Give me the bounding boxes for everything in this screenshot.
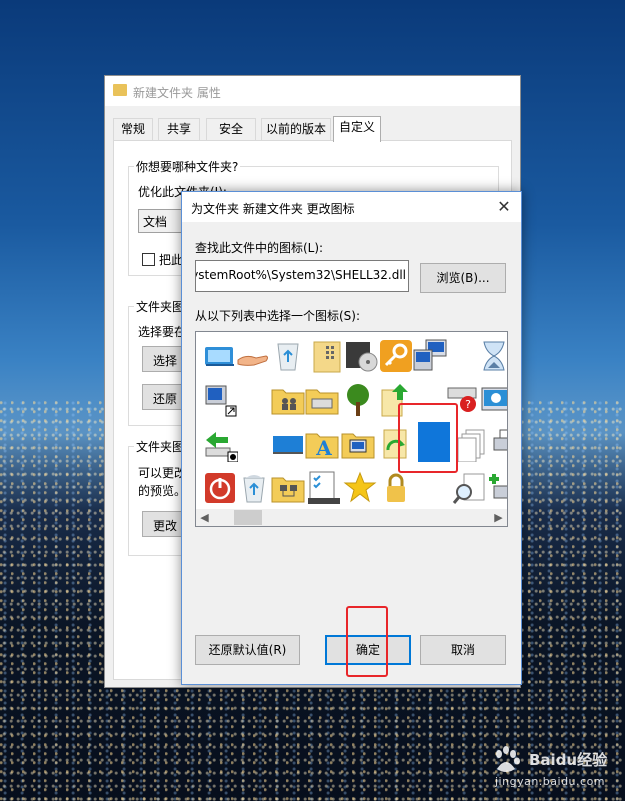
icon-file-path-input[interactable]: %SystemRoot%\System32\SHELL32.dll [195,260,409,292]
power-icon[interactable] [202,470,238,506]
tab-sharing[interactable]: 共享 [158,118,200,140]
stacked-pages-icon[interactable] [454,426,490,463]
tab-previous-versions[interactable]: 以前的版本 [261,118,331,140]
hourglass-icon[interactable] [476,338,507,374]
media-player-icon[interactable] [344,338,380,374]
monitor-clock-icon[interactable] [478,382,507,418]
folder-icon-text2: 的预览。 [138,484,187,498]
cancel-button[interactable]: 取消 [420,635,506,665]
apply-subfolders-label: 把此 [159,253,184,267]
star-icon[interactable] [342,470,378,506]
scroll-left-icon[interactable]: ◀ [196,509,213,526]
tab-general[interactable]: 常规 [113,118,153,140]
folder-font-icon[interactable]: A [304,426,340,462]
checklist-icon[interactable] [306,470,342,506]
magnifier-page-icon[interactable] [452,470,488,506]
icon-file-path-text: %SystemRoot%\System32\SHELL32.dll [195,268,406,282]
network-computer-icon[interactable] [412,338,448,374]
scroll-right-icon[interactable]: ▶ [490,509,507,526]
paw-logo-icon [496,746,520,772]
recycle-bin-empty-icon[interactable] [270,338,306,374]
icon-list-label: 从以下列表中选择一个图标(S): [195,309,361,323]
folder-icon [113,84,127,96]
display-icon[interactable] [202,338,238,374]
folder-type-title: 你想要哪种文件夹? [134,158,241,175]
blue-screen-icon[interactable] [270,426,306,462]
icon-list-scrollbar[interactable]: ◀ ▶ [196,509,507,526]
tree-icon[interactable] [340,382,376,418]
restore-default-button[interactable]: 还原默认值(R) [195,635,300,665]
watermark-brand: Baidu经验 [529,751,608,769]
folder-users-icon[interactable] [270,382,306,418]
baidu-jingyan-watermark: Baidu经验 jingyan.baidu.com [491,741,611,791]
key-icon[interactable] [378,338,414,374]
folder-network-icon[interactable] [270,470,306,506]
tab-security[interactable]: 安全 [206,118,256,140]
folder-drive-icon[interactable] [304,382,340,418]
svg-text:A: A [315,436,332,460]
find-icon-label: 查找此文件中的图标(L): [195,241,324,255]
watermark-url: jingyan.baidu.com [495,775,606,788]
computer-shortcut-icon[interactable] [202,382,238,418]
dialog-title: 为文件夹 新建文件夹 更改图标 [191,202,355,216]
properties-titlebar: 新建文件夹 属性 [105,76,520,106]
folder-icon-title: 文件夹图 [134,438,187,455]
tab-customize[interactable]: 自定义 [333,116,381,142]
properties-title: 新建文件夹 属性 [133,86,221,100]
add-printer-icon[interactable] [488,470,507,506]
close-icon[interactable]: ✕ [487,192,521,222]
network-printer-icon[interactable] [490,426,507,462]
apply-subfolders-checkbox[interactable] [142,253,155,266]
document-grid-icon[interactable] [312,338,348,374]
svg-text:?: ? [465,398,471,411]
dialog-titlebar: 为文件夹 新建文件夹 更改图标 ✕ [182,192,521,222]
folder-picture-title: 文件夹图 [134,298,187,315]
browse-button[interactable]: 浏览(B)... [420,263,506,293]
folder-icon-text1: 可以更改 [138,466,187,480]
icon-list[interactable]: ? A ◀ ▶ [195,331,508,527]
selected-icon-highlight [398,403,458,473]
folder-computer-icon[interactable] [340,426,376,462]
green-arrow-drive-icon[interactable] [202,426,239,463]
folder-picture-text: 选择要在 [138,325,187,339]
lock-icon[interactable] [378,470,414,506]
recycle-bin-full-icon[interactable] [236,470,272,506]
hand-share-icon[interactable] [236,338,272,374]
scroll-thumb[interactable] [234,510,262,525]
ok-button-highlight [346,606,388,677]
